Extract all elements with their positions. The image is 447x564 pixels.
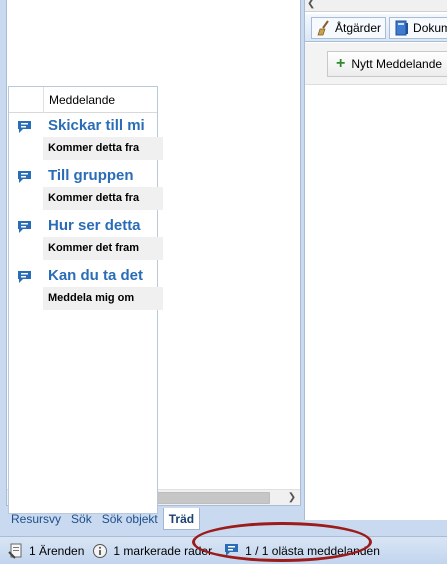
message-row[interactable]: Hur ser detta Kommer det fram xyxy=(9,213,163,263)
status-cases[interactable]: 1 Ärenden xyxy=(8,543,84,559)
message-row[interactable]: Till gruppen Kommer detta fra xyxy=(9,163,163,213)
action-row: + Nytt Meddelande xyxy=(305,43,447,85)
broom-icon xyxy=(316,19,332,36)
status-unread-messages[interactable]: 1 / 1 olästa meddelanden xyxy=(224,543,380,559)
grid-header: Meddelande xyxy=(9,87,157,113)
tab-trad[interactable]: Träd xyxy=(162,508,201,530)
new-message-label: Nytt Meddelande xyxy=(351,57,443,71)
tab-atgarder-label: Åtgärder xyxy=(335,20,382,35)
status-unread-messages-label: 1 / 1 olästa meddelanden xyxy=(245,543,380,558)
scroll-left-icon[interactable]: ❮ xyxy=(307,0,315,9)
messages-grid: Meddelande Skickar till mi Kommer detta … xyxy=(8,86,163,514)
new-message-button[interactable]: + Nytt Meddelande xyxy=(327,51,447,77)
chat-bubble-icon xyxy=(17,220,33,234)
tab-dokument[interactable]: Dokum xyxy=(389,16,447,39)
message-title[interactable]: Kan du ta det xyxy=(48,266,143,286)
cases-icon xyxy=(8,543,24,559)
scroll-right-icon[interactable]: ❯ xyxy=(284,490,300,506)
info-icon xyxy=(92,543,108,559)
document-icon xyxy=(394,20,410,36)
chat-bubble-icon xyxy=(224,543,240,559)
status-selected-rows-label: 1 markerade rader xyxy=(113,543,213,558)
tab-dokument-label: Dokum xyxy=(413,20,447,35)
message-title[interactable]: Hur ser detta xyxy=(48,216,141,236)
message-title[interactable]: Skickar till mi xyxy=(48,116,145,136)
message-preview[interactable]: Kommer detta fra xyxy=(43,137,163,160)
message-row[interactable]: Skickar till mi Kommer detta fra xyxy=(9,113,163,163)
message-preview[interactable]: Kommer detta fra xyxy=(43,187,163,210)
status-selected-rows[interactable]: 1 markerade rader xyxy=(92,543,212,559)
message-preview[interactable]: Meddela mig om xyxy=(43,287,163,310)
chat-bubble-icon xyxy=(17,120,33,134)
right-panel: ❮ Åtgärder Dokum + Nytt Meddelande xyxy=(304,0,447,520)
status-bar: 1 Ärenden 1 markerade rader 1 / 1 olästa… xyxy=(0,536,447,564)
plus-icon: + xyxy=(336,55,346,72)
message-title[interactable]: Till gruppen xyxy=(48,166,134,186)
message-preview[interactable]: Kommer det fram xyxy=(43,237,163,260)
chat-bubble-icon xyxy=(17,270,33,284)
message-row[interactable]: Kan du ta det Meddela mig om xyxy=(9,263,163,313)
toolbar: Åtgärder Dokum xyxy=(305,14,447,42)
column-header-meddelande[interactable]: Meddelande xyxy=(43,87,115,113)
top-scrollbar[interactable]: ❮ xyxy=(305,0,447,12)
chat-bubble-icon xyxy=(17,170,33,184)
tab-atgarder[interactable]: Åtgärder xyxy=(311,16,387,39)
status-cases-label: 1 Ärenden xyxy=(29,543,85,558)
